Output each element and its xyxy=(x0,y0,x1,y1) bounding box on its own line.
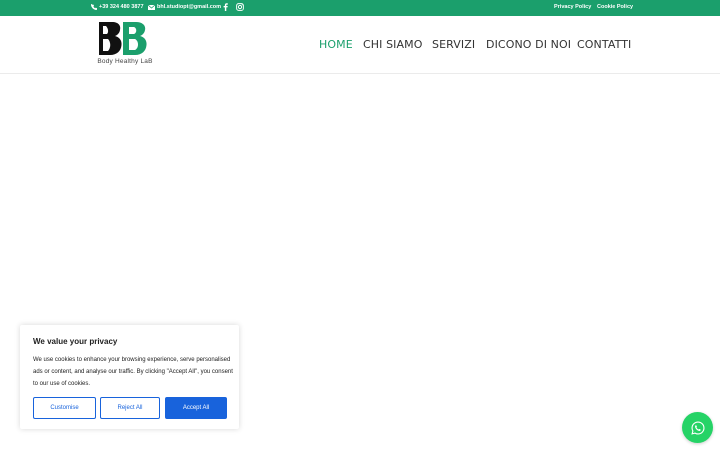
nav-dicono-di-noi[interactable]: DICONO DI NOI xyxy=(486,38,571,51)
cookie-policy-link[interactable]: Cookie Policy xyxy=(597,4,633,10)
email-link[interactable]: bhl.studiopt@gmail.com xyxy=(148,4,221,10)
facebook-icon xyxy=(223,3,228,11)
phone-number: +39 324 480 3877 xyxy=(99,4,144,10)
reject-all-button[interactable]: Reject All xyxy=(100,397,160,419)
instagram-link[interactable] xyxy=(236,3,244,11)
accept-all-button[interactable]: Accept All xyxy=(165,397,227,419)
email-address: bhl.studiopt@gmail.com xyxy=(157,4,222,10)
nav-contatti[interactable]: CONTATTI xyxy=(577,38,631,51)
privacy-policy-link[interactable]: Privacy Policy xyxy=(554,4,591,10)
mail-icon xyxy=(148,4,155,10)
whatsapp-icon xyxy=(690,420,705,435)
logo[interactable]: Body Healthy LaB xyxy=(94,20,156,68)
nav-servizi[interactable]: SERVIZI xyxy=(432,38,475,51)
cookie-consent-banner: We value your privacy We use cookies to … xyxy=(20,325,239,429)
phone-link[interactable]: +39 324 480 3877 xyxy=(91,4,144,10)
facebook-link[interactable] xyxy=(223,3,228,11)
phone-icon xyxy=(91,4,97,10)
customise-button[interactable]: Customise xyxy=(33,397,96,419)
nav-home[interactable]: HOME xyxy=(319,38,353,51)
logo-mark xyxy=(99,22,147,55)
nav-chi-siamo[interactable]: CHI SIAMO xyxy=(363,38,423,51)
instagram-icon xyxy=(236,3,244,11)
top-bar: +39 324 480 3877 bhl.studiopt@gmail.com … xyxy=(0,0,720,16)
cookie-title: We value your privacy xyxy=(33,337,118,346)
cookie-body: We use cookies to enhance your browsing … xyxy=(33,357,233,387)
logo-tagline: Body Healthy LaB xyxy=(97,58,153,65)
whatsapp-button[interactable] xyxy=(682,412,713,443)
